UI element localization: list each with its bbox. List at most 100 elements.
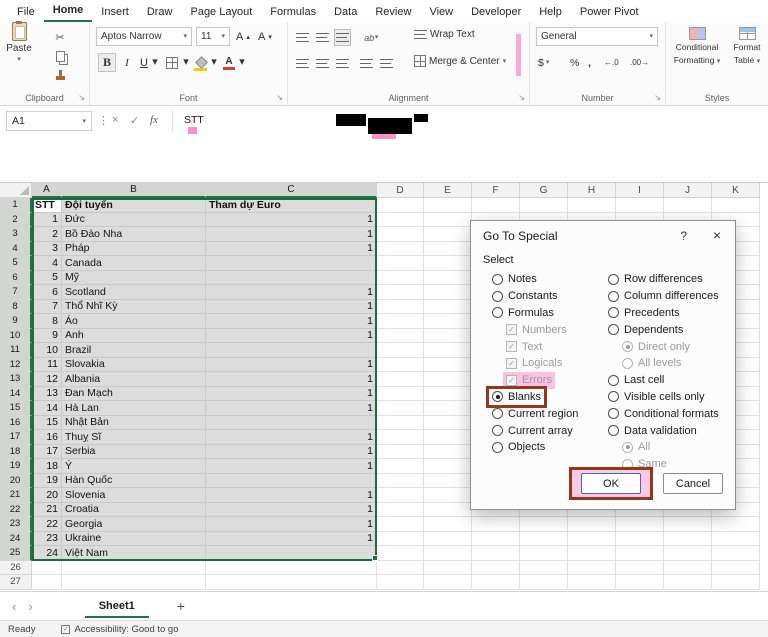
grid-cell[interactable]: 21	[32, 503, 62, 518]
grid-cell[interactable]	[712, 575, 760, 590]
grid-cell[interactable]: 1	[206, 285, 377, 300]
row-header-19[interactable]: 19	[0, 459, 32, 474]
grid-cell[interactable]: Tham dự Euro	[206, 198, 377, 213]
increase-indent-button[interactable]	[378, 55, 395, 72]
grid-cell[interactable]: 1	[206, 401, 377, 416]
grid-cell[interactable]: Albania	[62, 372, 206, 387]
option-constants[interactable]: Constants	[489, 288, 561, 305]
column-header-c[interactable]: C	[206, 183, 377, 198]
grid-cell[interactable]: 4	[32, 256, 62, 271]
grid-cell[interactable]: 15	[32, 416, 62, 431]
grid-cell[interactable]	[712, 532, 760, 547]
previous-sheet-icon[interactable]: ‹	[12, 599, 16, 614]
grid-cell[interactable]: 6	[32, 285, 62, 300]
grid-cell[interactable]: Slovakia	[62, 358, 206, 373]
grid-cell[interactable]: 18	[32, 459, 62, 474]
grid-cell[interactable]	[377, 271, 424, 286]
grid-cell[interactable]	[616, 517, 664, 532]
grid-cell[interactable]: 23	[32, 532, 62, 547]
grid-cell[interactable]: 20	[32, 488, 62, 503]
grid-cell[interactable]	[424, 459, 472, 474]
column-header-e[interactable]: E	[424, 183, 472, 198]
grid-cell[interactable]	[32, 561, 62, 576]
radio-constants[interactable]	[492, 291, 503, 302]
grid-cell[interactable]	[377, 358, 424, 373]
radio-column-differences[interactable]	[608, 291, 619, 302]
next-sheet-icon[interactable]: ›	[28, 599, 32, 614]
grid-cell[interactable]: Mỹ	[62, 271, 206, 286]
column-header-g[interactable]: G	[520, 183, 568, 198]
grid-cell[interactable]: 1	[206, 300, 377, 315]
grid-cell[interactable]	[377, 575, 424, 590]
grid-cell[interactable]	[424, 561, 472, 576]
grid-cell[interactable]: 2	[32, 227, 62, 242]
grid-cell[interactable]: Nhật Bản	[62, 416, 206, 431]
grid-cell[interactable]: 24	[32, 546, 62, 561]
grid-cell[interactable]	[520, 198, 568, 213]
option-visible-cells-only[interactable]: Visible cells only	[605, 389, 708, 406]
column-header-a[interactable]: A	[32, 183, 62, 198]
grid-cell[interactable]	[206, 575, 377, 590]
font-dialog-launcher[interactable]: ↘	[276, 94, 283, 102]
radio-dependents[interactable]	[608, 324, 619, 335]
grid-cell[interactable]: 13	[32, 387, 62, 402]
grid-cell[interactable]: 1	[206, 213, 377, 228]
fill-color-chevron-icon[interactable]: ▾	[210, 53, 218, 72]
grid-cell[interactable]: 5	[32, 271, 62, 286]
formula-bar-content[interactable]: STT	[184, 114, 204, 126]
grid-cell[interactable]	[664, 532, 712, 547]
row-header-9[interactable]: 9	[0, 314, 32, 329]
grid-cell[interactable]: 3	[32, 242, 62, 257]
wrap-text-button[interactable]: Wrap Text	[414, 29, 475, 40]
grid-cell[interactable]	[568, 517, 616, 532]
tab-power-pivot[interactable]: Power Pivot	[571, 2, 648, 22]
row-header-7[interactable]: 7	[0, 285, 32, 300]
grid-cell[interactable]	[424, 372, 472, 387]
grid-cell[interactable]	[424, 416, 472, 431]
grid-cell[interactable]: 1	[206, 329, 377, 344]
grid-cell[interactable]	[377, 401, 424, 416]
row-header-21[interactable]: 21	[0, 488, 32, 503]
grid-cell[interactable]: Việt Nam	[62, 546, 206, 561]
grid-cell[interactable]	[712, 517, 760, 532]
grid-cell[interactable]	[377, 445, 424, 460]
grid-cell[interactable]	[616, 575, 664, 590]
grid-cell[interactable]	[520, 546, 568, 561]
option-conditional-formats[interactable]: Conditional formats	[605, 405, 722, 422]
option-column-differences[interactable]: Column differences	[605, 288, 722, 305]
grid-cell[interactable]	[472, 517, 520, 532]
decrease-font-size-button[interactable]: A▾	[258, 27, 272, 46]
align-left-button[interactable]	[294, 55, 311, 72]
grid-cell[interactable]: Bồ Đào Nha	[62, 227, 206, 242]
alignment-dialog-launcher[interactable]: ↘	[518, 94, 525, 102]
grid-cell[interactable]	[616, 546, 664, 561]
grid-cell[interactable]	[62, 561, 206, 576]
grid-cell[interactable]	[616, 561, 664, 576]
orientation-button[interactable]: ab▾	[358, 29, 384, 46]
grid-cell[interactable]	[520, 575, 568, 590]
select-all-corner[interactable]	[0, 183, 32, 198]
grid-cell[interactable]	[424, 358, 472, 373]
fill-handle[interactable]	[372, 555, 378, 561]
radio-visible-cells-only[interactable]	[608, 391, 619, 402]
option-notes[interactable]: Notes	[489, 271, 540, 288]
grid-cell[interactable]	[712, 561, 760, 576]
grid-cell[interactable]: Thuỵ Sĩ	[62, 430, 206, 445]
copy-button[interactable]	[52, 49, 68, 64]
number-dialog-launcher[interactable]: ↘	[654, 94, 661, 102]
grid-cell[interactable]	[206, 343, 377, 358]
grid-cell[interactable]	[424, 430, 472, 445]
grid-cell[interactable]: 1	[206, 387, 377, 402]
grid-cell[interactable]	[377, 198, 424, 213]
radio-data-validation[interactable]	[608, 425, 619, 436]
grid-cell[interactable]: 14	[32, 401, 62, 416]
increase-font-size-button[interactable]: A▴	[236, 27, 250, 46]
grid-cell[interactable]: Ukraine	[62, 532, 206, 547]
chevron-down-icon[interactable]: ▾	[17, 56, 21, 63]
accessibility-status[interactable]: ✓ Accessibility: Good to go	[61, 624, 178, 635]
grid-cell[interactable]	[520, 561, 568, 576]
grid-cell[interactable]	[206, 416, 377, 431]
grid-cell[interactable]	[424, 532, 472, 547]
row-header-4[interactable]: 4	[0, 242, 32, 257]
option-row-differences[interactable]: Row differences	[605, 271, 706, 288]
